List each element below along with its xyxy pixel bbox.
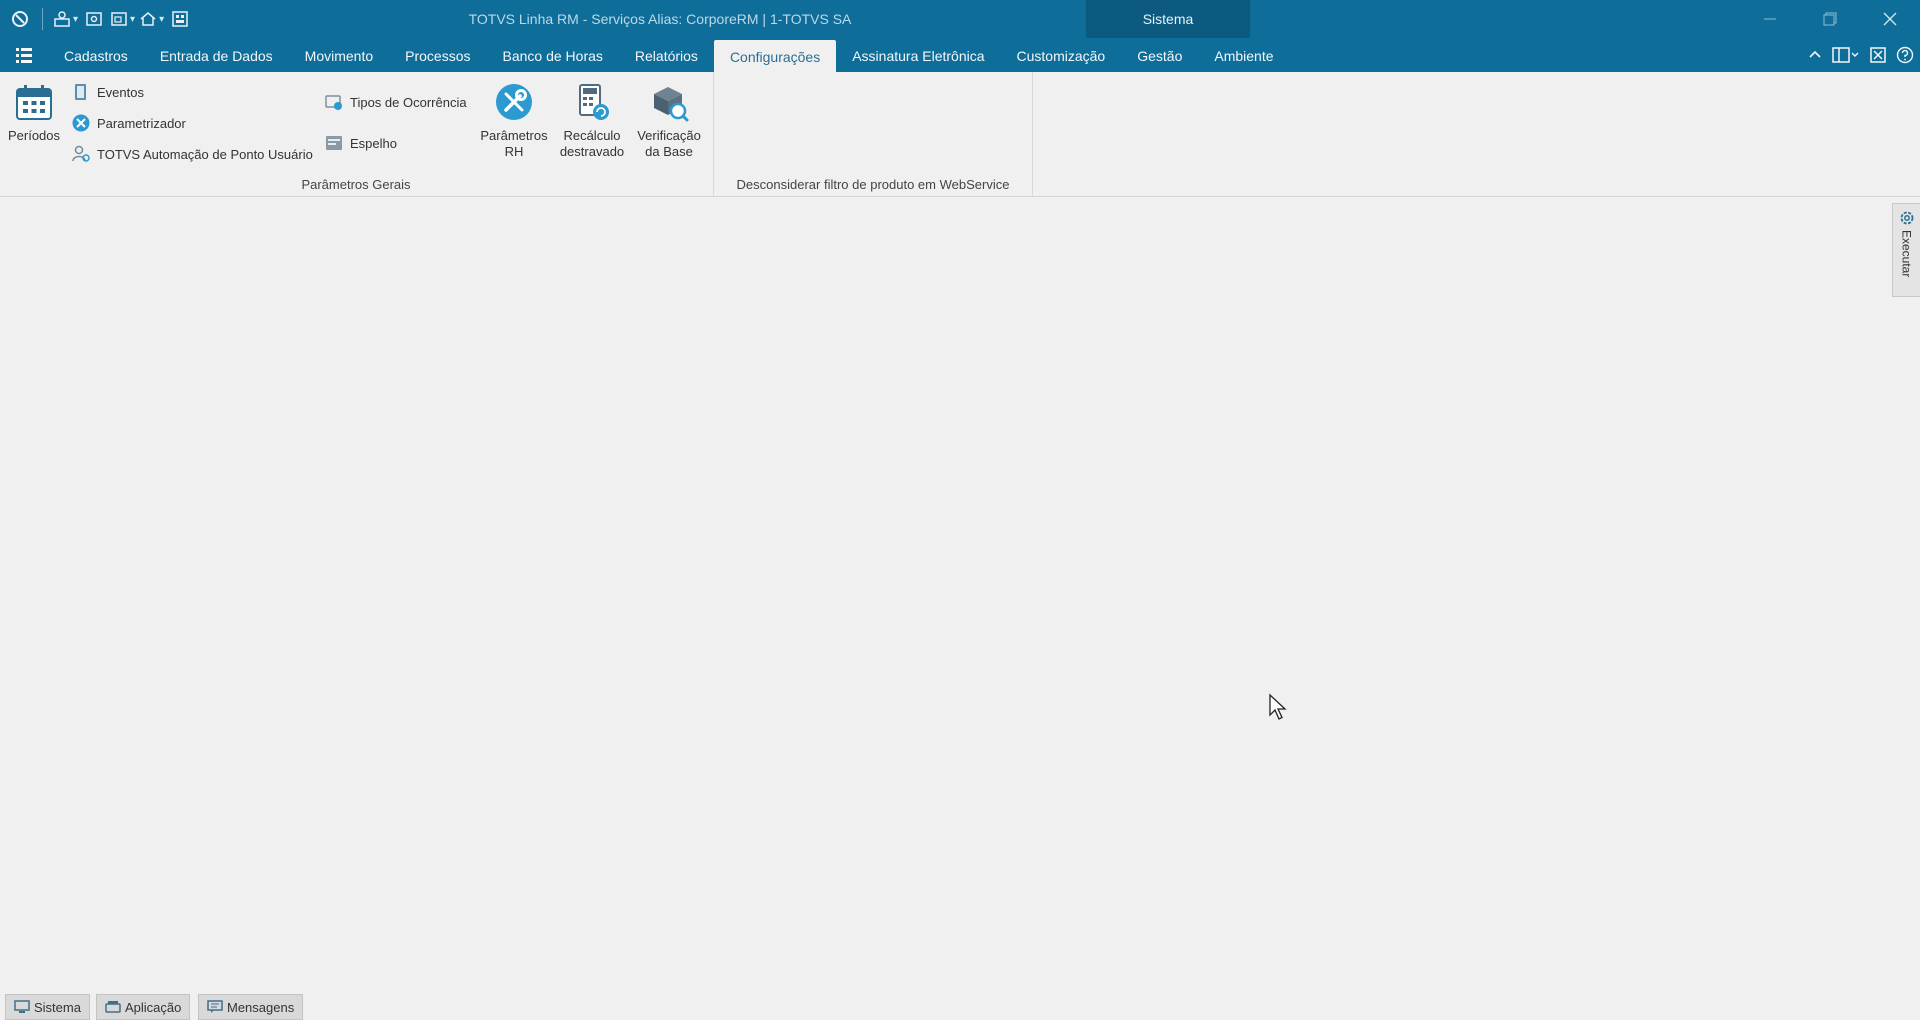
mouse-cursor-icon: [1269, 693, 1287, 720]
group-label-webservice[interactable]: Desconsiderar filtro de produto em WebSe…: [714, 177, 1032, 192]
calculator-icon: [579, 84, 609, 120]
chevron-down-icon: ▾: [73, 13, 79, 25]
periodos-button[interactable]: Períodos: [8, 82, 60, 144]
verificacao-label-1: Verificação: [637, 128, 701, 143]
tab-assinatura-eletronica[interactable]: Assinatura Eletrônica: [836, 38, 1000, 72]
verificacao-label-2: da Base: [645, 144, 693, 159]
chevron-down-icon: ▾: [130, 13, 136, 25]
verificacao-base-button[interactable]: Verificação da Base: [632, 82, 706, 160]
eventos-label: Eventos: [97, 84, 144, 100]
toolbar-separator: [42, 8, 43, 30]
title-bar: ▾ ▾ ▾ TOTVS Linha RM - Serviços Alias: C…: [0, 0, 1920, 38]
tipos-ocorrencia-label: Tipos de Ocorrência: [350, 94, 467, 110]
periodos-label: Períodos: [7, 128, 61, 143]
recalculo-destravado-button[interactable]: Recálculo destravado: [552, 82, 632, 160]
tab-banco-de-horas[interactable]: Banco de Horas: [487, 38, 619, 72]
window-list-icon[interactable]: ▾: [110, 7, 135, 31]
espelho-button[interactable]: Espelho: [325, 131, 397, 155]
quick-access-toolbar: ▾ ▾ ▾: [8, 6, 192, 32]
chevron-down-icon: [1851, 52, 1859, 57]
app-logo-icon[interactable]: [8, 7, 32, 31]
restore-button[interactable]: [1800, 0, 1860, 38]
tab-movimento[interactable]: Movimento: [289, 38, 389, 72]
monitor-icon: [14, 1000, 30, 1013]
layout-icon[interactable]: [1832, 47, 1860, 63]
executar-side-panel[interactable]: Executar: [1892, 203, 1920, 297]
status-mensagens-button[interactable]: Mensagens: [198, 994, 304, 1020]
user-gear-icon: [72, 145, 90, 162]
tab-configuracoes[interactable]: Configurações: [713, 40, 837, 72]
minimize-button[interactable]: [1740, 0, 1800, 38]
collapse-ribbon-icon[interactable]: [1808, 48, 1822, 62]
automacao-label: TOTVS Automação de Ponto Usuário: [97, 146, 313, 162]
parametros-rh-label-2: RH: [504, 144, 524, 159]
window-title: TOTVS Linha RM - Serviços Alias: Corpore…: [468, 11, 852, 27]
status-aplicacao-label: Aplicação: [125, 999, 182, 1015]
recalculo-label-1: Recálculo: [563, 128, 621, 143]
tab-processos[interactable]: Processos: [389, 38, 486, 72]
view-icon[interactable]: [82, 7, 106, 31]
tab-cadastros[interactable]: Cadastros: [48, 38, 144, 72]
gear-icon: [1900, 211, 1913, 225]
tab-relatorios[interactable]: Relatórios: [619, 38, 714, 72]
database-check-icon: [654, 87, 689, 122]
tab-gestao[interactable]: Gestão: [1121, 38, 1198, 72]
recalculo-label-2: destravado: [559, 144, 625, 159]
group-label-parametros-gerais: Parâmetros Gerais: [301, 177, 411, 192]
mirror-report-icon: [326, 136, 342, 150]
help-icon[interactable]: [1896, 46, 1914, 64]
status-aplicacao-button[interactable]: Aplicação: [96, 994, 191, 1020]
tab-ambiente[interactable]: Ambiente: [1198, 38, 1289, 72]
dashboard-icon[interactable]: [168, 7, 192, 31]
eventos-button[interactable]: Eventos: [72, 80, 144, 104]
app-menu-icon[interactable]: [14, 46, 34, 64]
parametros-rh-button[interactable]: Parâmetros RH: [476, 82, 552, 160]
close-button[interactable]: [1860, 0, 1920, 38]
tools-icon: [496, 84, 532, 120]
chevron-down-icon: ▾: [159, 13, 165, 25]
ribbon: Períodos Eventos Parametrizador TOTVS Au…: [0, 72, 1920, 197]
status-sistema-button[interactable]: Sistema: [5, 994, 90, 1020]
tools-icon: [72, 114, 90, 132]
tab-entrada-de-dados[interactable]: Entrada de Dados: [144, 38, 289, 72]
minimize-icon: [1764, 18, 1776, 20]
users-icon[interactable]: ▾: [53, 7, 78, 31]
status-sistema-label: Sistema: [34, 999, 81, 1015]
menu-tab-bar: Cadastros Entrada de Dados Movimento Pro…: [0, 38, 1920, 72]
close-all-icon[interactable]: [1870, 47, 1886, 63]
menu-tabs: Cadastros Entrada de Dados Movimento Pro…: [48, 38, 1290, 72]
tab-customizacao[interactable]: Customização: [1001, 38, 1122, 72]
parametrizador-label: Parametrizador: [97, 115, 186, 131]
message-icon: [207, 1000, 223, 1013]
status-bar: Sistema Aplicação Mensagens: [0, 992, 1920, 1020]
application-icon: [105, 1001, 121, 1013]
restore-icon: [1823, 12, 1837, 26]
home-icon[interactable]: ▾: [139, 7, 164, 31]
automacao-ponto-button[interactable]: TOTVS Automação de Ponto Usuário: [72, 142, 313, 166]
occurrence-icon: [325, 95, 342, 110]
context-tab-sistema[interactable]: Sistema: [1086, 0, 1250, 38]
ribbon-group-parametros-gerais: Períodos Eventos Parametrizador TOTVS Au…: [0, 72, 714, 196]
calendar-icon: [16, 85, 52, 120]
tipos-ocorrencia-button[interactable]: Tipos de Ocorrência: [325, 90, 467, 114]
book-icon: [75, 84, 86, 100]
parametrizador-button[interactable]: Parametrizador: [72, 111, 186, 135]
parametros-rh-label-1: Parâmetros: [480, 128, 548, 143]
status-mensagens-label: Mensagens: [227, 999, 295, 1015]
ribbon-controls: [1808, 38, 1914, 72]
ribbon-group-webservice: Desconsiderar filtro de produto em WebSe…: [714, 72, 1033, 196]
espelho-label: Espelho: [350, 135, 397, 151]
executar-label: Executar: [1899, 230, 1914, 278]
window-controls: [1740, 0, 1920, 38]
close-icon: [1883, 12, 1897, 26]
